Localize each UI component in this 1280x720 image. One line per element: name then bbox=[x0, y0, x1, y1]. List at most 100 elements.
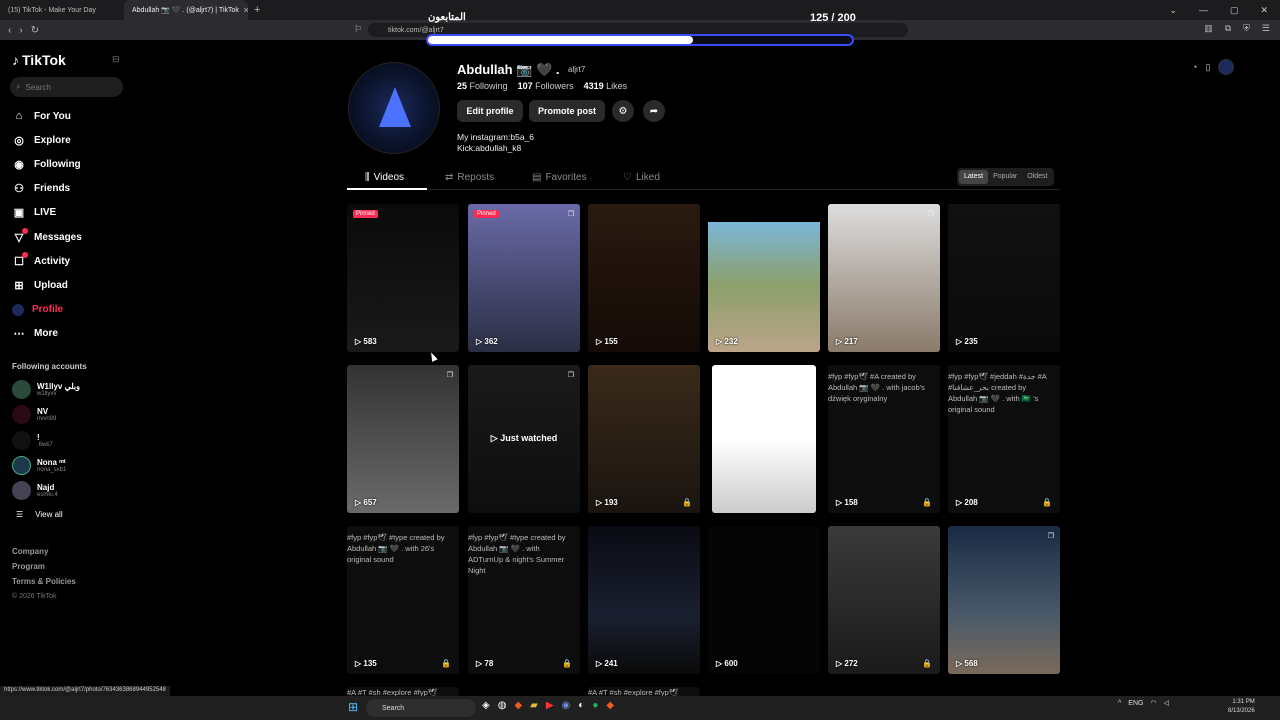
following-account[interactable]: ! .6wk7 bbox=[12, 428, 122, 452]
nav-label: For You bbox=[34, 110, 71, 122]
sidebar-item-profile[interactable]: Profile bbox=[12, 298, 82, 322]
close-window-icon[interactable]: ✕ bbox=[1260, 5, 1268, 16]
sidebar-item-activity[interactable]: ☐ Activity bbox=[12, 249, 82, 273]
sidebar-item-explore[interactable]: ◎ Explore bbox=[12, 128, 82, 152]
device-icon[interactable]: ▯ bbox=[1205, 62, 1210, 73]
view-all-link[interactable]: ☰ View all bbox=[16, 510, 63, 519]
watched-text: Just watched bbox=[500, 433, 558, 443]
sidebar-item-following[interactable]: ◉ Following bbox=[12, 152, 82, 176]
user-avatar[interactable] bbox=[1218, 59, 1235, 75]
view-count: ▷ 241 bbox=[596, 659, 618, 668]
video-item[interactable]: ❐ ▷ 568 bbox=[948, 526, 1060, 674]
sort-oldest[interactable]: Oldest bbox=[1022, 170, 1052, 184]
video-item[interactable]: ▷ 232 bbox=[708, 204, 820, 352]
menu-icon[interactable]: ☰ bbox=[1262, 23, 1270, 34]
tab-videos[interactable]: ⫼ Videos bbox=[365, 172, 404, 183]
tab-liked[interactable]: ♡ Liked bbox=[623, 172, 660, 183]
video-item[interactable]: ▷ 241 bbox=[588, 526, 700, 674]
followers-stat[interactable]: 107 Followers bbox=[518, 81, 574, 91]
taskbar-search[interactable]: Search bbox=[366, 699, 476, 717]
video-item[interactable]: ▷ 155 bbox=[588, 204, 700, 352]
video-item[interactable]: ❐ ▷ 217 bbox=[828, 204, 940, 352]
following-account[interactable]: W1llyv وبلي w1llyvv bbox=[12, 377, 122, 401]
shield-icon[interactable]: ⛨ bbox=[1243, 23, 1250, 34]
wifi-icon[interactable]: ◠ bbox=[1150, 699, 1156, 707]
program-link[interactable]: Program bbox=[12, 559, 76, 574]
video-item[interactable]: #fyp #fyp🕊 #A created by Abdullah 📷 🖤 . … bbox=[828, 365, 940, 513]
video-item[interactable] bbox=[712, 365, 816, 513]
brave-active-icon[interactable]: ◆ bbox=[606, 700, 614, 711]
forward-icon[interactable]: › bbox=[19, 25, 22, 36]
lock-icon: 🔒 bbox=[562, 659, 572, 668]
pinned-badge: Pinned bbox=[474, 210, 499, 218]
sort-popular[interactable]: Popular bbox=[988, 170, 1022, 184]
edit-profile-button[interactable]: Edit profile bbox=[457, 100, 523, 122]
language-indicator[interactable]: ENG bbox=[1128, 700, 1143, 707]
bookmark-icon: ▤ bbox=[532, 172, 542, 183]
video-item[interactable]: ❐ ▷ 657 bbox=[347, 365, 459, 513]
bookmark-icon[interactable]: ⚐ bbox=[354, 24, 362, 35]
maximize-icon[interactable]: ▢ bbox=[1230, 5, 1239, 16]
video-item[interactable]: Pinned ▷ 583 bbox=[347, 204, 459, 352]
sidebar-item-live[interactable]: ▣ LIVE bbox=[12, 201, 82, 225]
steam-icon[interactable]: ◐ bbox=[578, 700, 584, 711]
avatar bbox=[12, 379, 31, 399]
chevron-down-icon[interactable]: ⌄ bbox=[1169, 5, 1177, 16]
tiktok-logo[interactable]: ♪ TikTok bbox=[12, 52, 66, 68]
system-clock[interactable]: 1:31 PM 8/13/2026 bbox=[1228, 698, 1255, 716]
video-item[interactable]: ▷ 235 bbox=[948, 204, 1060, 352]
back-icon[interactable]: ‹ bbox=[8, 25, 11, 36]
profile-avatar[interactable] bbox=[348, 62, 440, 154]
reload-icon[interactable]: ↻ bbox=[31, 25, 39, 36]
views-value: 193 bbox=[604, 498, 618, 507]
youtube-icon[interactable]: ▶ bbox=[546, 700, 554, 711]
video-item[interactable]: #fyp #fyp🕊 #type created by Abdullah 📷 🖤… bbox=[347, 526, 459, 674]
avatar bbox=[12, 404, 31, 424]
video-item[interactable]: #fyp #fyp🕊 #type created by Abdullah 📷 🖤… bbox=[468, 526, 580, 674]
video-item[interactable]: #fyp #fyp🕊 #jeddah #جدة #A #بحر_عشاقنا c… bbox=[948, 365, 1060, 513]
extensions-icon[interactable]: ⧉ bbox=[1225, 23, 1231, 34]
promote-post-button[interactable]: Promote post bbox=[529, 100, 605, 122]
settings-gear-icon[interactable]: ⚙ bbox=[612, 100, 634, 122]
sort-latest[interactable]: Latest bbox=[959, 170, 989, 184]
video-item[interactable]: ▷ 600 bbox=[708, 526, 820, 674]
browser-tab-1[interactable]: (15) TikTok - Make Your Day bbox=[0, 0, 124, 20]
sidebar-item-for-you[interactable]: ⌂ For You bbox=[12, 104, 82, 128]
spotify-icon[interactable]: ● bbox=[592, 700, 598, 711]
xbox-icon[interactable]: ◍ bbox=[498, 700, 507, 711]
video-item[interactable]: ❐ ▷ Just watched bbox=[468, 365, 580, 513]
search-input[interactable]: ⌕ Search bbox=[10, 77, 123, 97]
sidebar-item-friends[interactable]: ⚇ Friends bbox=[12, 177, 82, 201]
video-item[interactable]: ▷ 193 🔒 bbox=[588, 365, 700, 513]
following-account[interactable]: Najd esmki.4 bbox=[12, 478, 122, 502]
new-tab-button[interactable]: + bbox=[248, 4, 266, 16]
following-account[interactable]: NV nvvn99 bbox=[12, 402, 122, 426]
video-item[interactable]: #A #T #sh #explore #fyp🕊 bbox=[588, 687, 700, 696]
video-item[interactable]: #A #T #sh #explore #fyp🕊 bbox=[347, 687, 459, 696]
minimize-icon[interactable]: — bbox=[1199, 5, 1208, 15]
video-item[interactable]: Pinned ❐ ▷ 362 bbox=[468, 204, 580, 352]
windows-start-icon[interactable]: ⊞ bbox=[348, 700, 358, 714]
tab-favorites[interactable]: ▤ Favorites bbox=[532, 172, 587, 183]
file-explorer-icon[interactable]: ▰ bbox=[530, 700, 538, 711]
following-account[interactable]: Nona ᵐᵗ nona_sxb1 bbox=[12, 453, 122, 477]
sidebar-item-messages[interactable]: ▽ Messages bbox=[12, 225, 82, 249]
volume-icon[interactable]: ◁ bbox=[1164, 699, 1169, 707]
browser-tab-2[interactable]: Abdullah 📷 🖤 . (@aljrt7) | TikTok ✕ bbox=[124, 0, 248, 20]
following-stat[interactable]: 25 Following bbox=[457, 81, 508, 91]
tab-reposts[interactable]: ⇄ Reposts bbox=[445, 172, 494, 183]
collapse-sidebar-icon[interactable]: ⊟ bbox=[112, 54, 120, 65]
terms-link[interactable]: Terms & Policies bbox=[12, 574, 76, 589]
discord-icon[interactable]: ◉ bbox=[562, 700, 571, 711]
sidebar-item-more[interactable]: ⋯ More bbox=[12, 322, 82, 346]
views-value: 217 bbox=[844, 337, 858, 346]
tray-chevron-icon[interactable]: ^ bbox=[1118, 700, 1121, 707]
sidebar-item-upload[interactable]: ⊞ Upload bbox=[12, 273, 82, 297]
copilot-icon[interactable]: ◈ bbox=[482, 700, 490, 711]
company-link[interactable]: Company bbox=[12, 544, 76, 559]
video-item[interactable]: ▷ 272 🔒 bbox=[828, 526, 940, 674]
brave-icon[interactable]: ◆ bbox=[514, 700, 522, 711]
sidebar-icon[interactable]: ▥ bbox=[1204, 23, 1213, 34]
share-icon[interactable]: ➦ bbox=[643, 100, 665, 122]
coins-icon[interactable]: ◔ bbox=[1192, 62, 1197, 72]
